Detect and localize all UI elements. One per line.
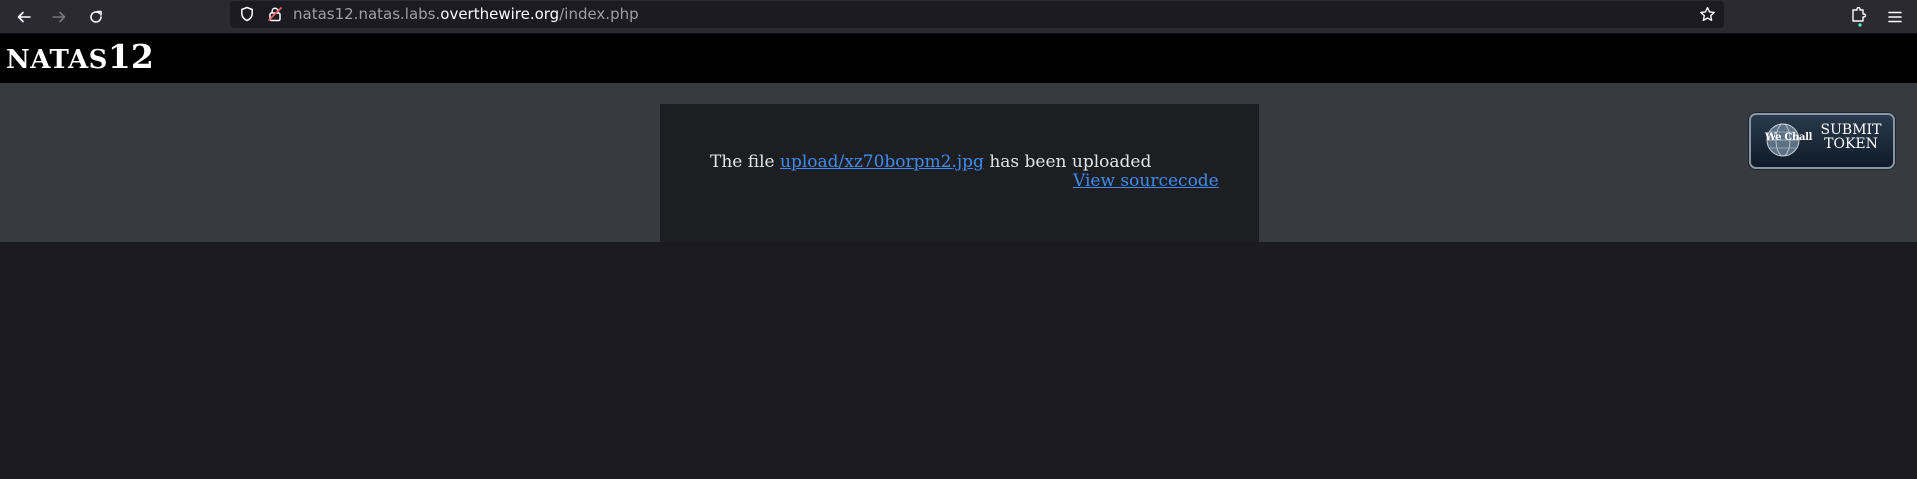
logo-number: 12 [107,37,154,76]
url-bar[interactable]: natas12.natas.labs.overthewire.org/index… [230,1,1724,28]
forward-arrow-icon[interactable] [46,4,72,30]
submit-token-label: SUBMIT TOKEN [1813,123,1889,151]
upload-message: The file upload/xz70borpm2.jpg has been … [710,152,1151,172]
wechall-label: We Chall [1765,132,1813,143]
star-icon[interactable] [1699,6,1716,27]
url-path: /index.php [559,5,639,23]
hamburger-menu-icon[interactable] [1882,4,1908,30]
logo-prefix: NATAS [6,45,108,75]
page-header: NATAS12 [0,34,1917,83]
url-host: overthewire.org [440,5,560,23]
submit-label: SUBMIT [1820,122,1882,138]
puzzle-icon[interactable] [1846,4,1872,30]
natas-logo[interactable]: NATAS12 [6,37,154,76]
back-arrow-icon[interactable] [11,4,37,30]
url-prefix: natas12.natas.labs. [293,5,441,23]
content-box: The file upload/xz70borpm2.jpg has been … [660,104,1259,242]
message-suffix: has been uploaded [983,152,1152,172]
lock-icon[interactable] [267,6,283,26]
url-text[interactable]: natas12.natas.labs.overthewire.org/index… [293,5,639,23]
view-sourcecode-link[interactable]: View sourcecode [1073,171,1219,191]
submit-token-button[interactable]: We Chall SUBMIT TOKEN [1749,113,1895,169]
uploaded-file-link[interactable]: upload/xz70borpm2.jpg [780,152,984,172]
token-label: TOKEN [1824,136,1878,152]
message-prefix: The file [710,152,780,172]
reload-icon[interactable] [83,4,109,30]
browser-toolbar: natas12.natas.labs.overthewire.org/index… [0,0,1917,34]
shield-icon[interactable] [239,6,255,26]
